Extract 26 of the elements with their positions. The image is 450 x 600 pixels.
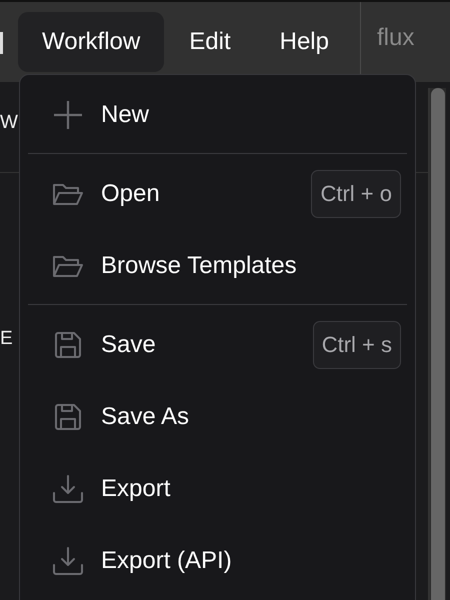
menu-item-label: Export	[101, 475, 172, 503]
scrollbar[interactable]	[428, 88, 446, 600]
menu-tab[interactable]: Edit	[165, 12, 255, 72]
shortcut-badge: Ctrl + o	[311, 170, 401, 218]
menu-item[interactable]: New	[28, 79, 407, 151]
workflow-name: flux	[376, 24, 414, 52]
plus-icon	[52, 99, 84, 131]
menu-item[interactable]: Open Ctrl + o	[28, 158, 407, 230]
download-icon	[52, 545, 84, 577]
menu-item[interactable]: Save As	[28, 381, 407, 453]
menu-item-label: Browse Templates	[101, 252, 298, 280]
menu-item[interactable]: Browse Templates	[28, 230, 407, 302]
menu-item[interactable]: Export (API)	[28, 525, 407, 597]
menu-item[interactable]: Save Ctrl + s	[28, 309, 407, 381]
menu-item-label: New	[101, 101, 150, 129]
menu-item-label: Save As	[101, 403, 190, 431]
menu-tab[interactable]: Workflow	[18, 12, 164, 72]
menu-item-label: Save	[101, 331, 157, 359]
partial-label: W	[0, 112, 18, 134]
menu-item-label: Open	[101, 180, 161, 208]
menu-item[interactable]: Export	[28, 453, 407, 525]
menu-item-label: Export (API)	[101, 547, 233, 575]
partial-label: E	[0, 328, 13, 350]
menu-tab[interactable]: Help	[256, 12, 353, 72]
download-icon	[52, 473, 84, 505]
shortcut-badge: Ctrl + s	[312, 321, 401, 369]
